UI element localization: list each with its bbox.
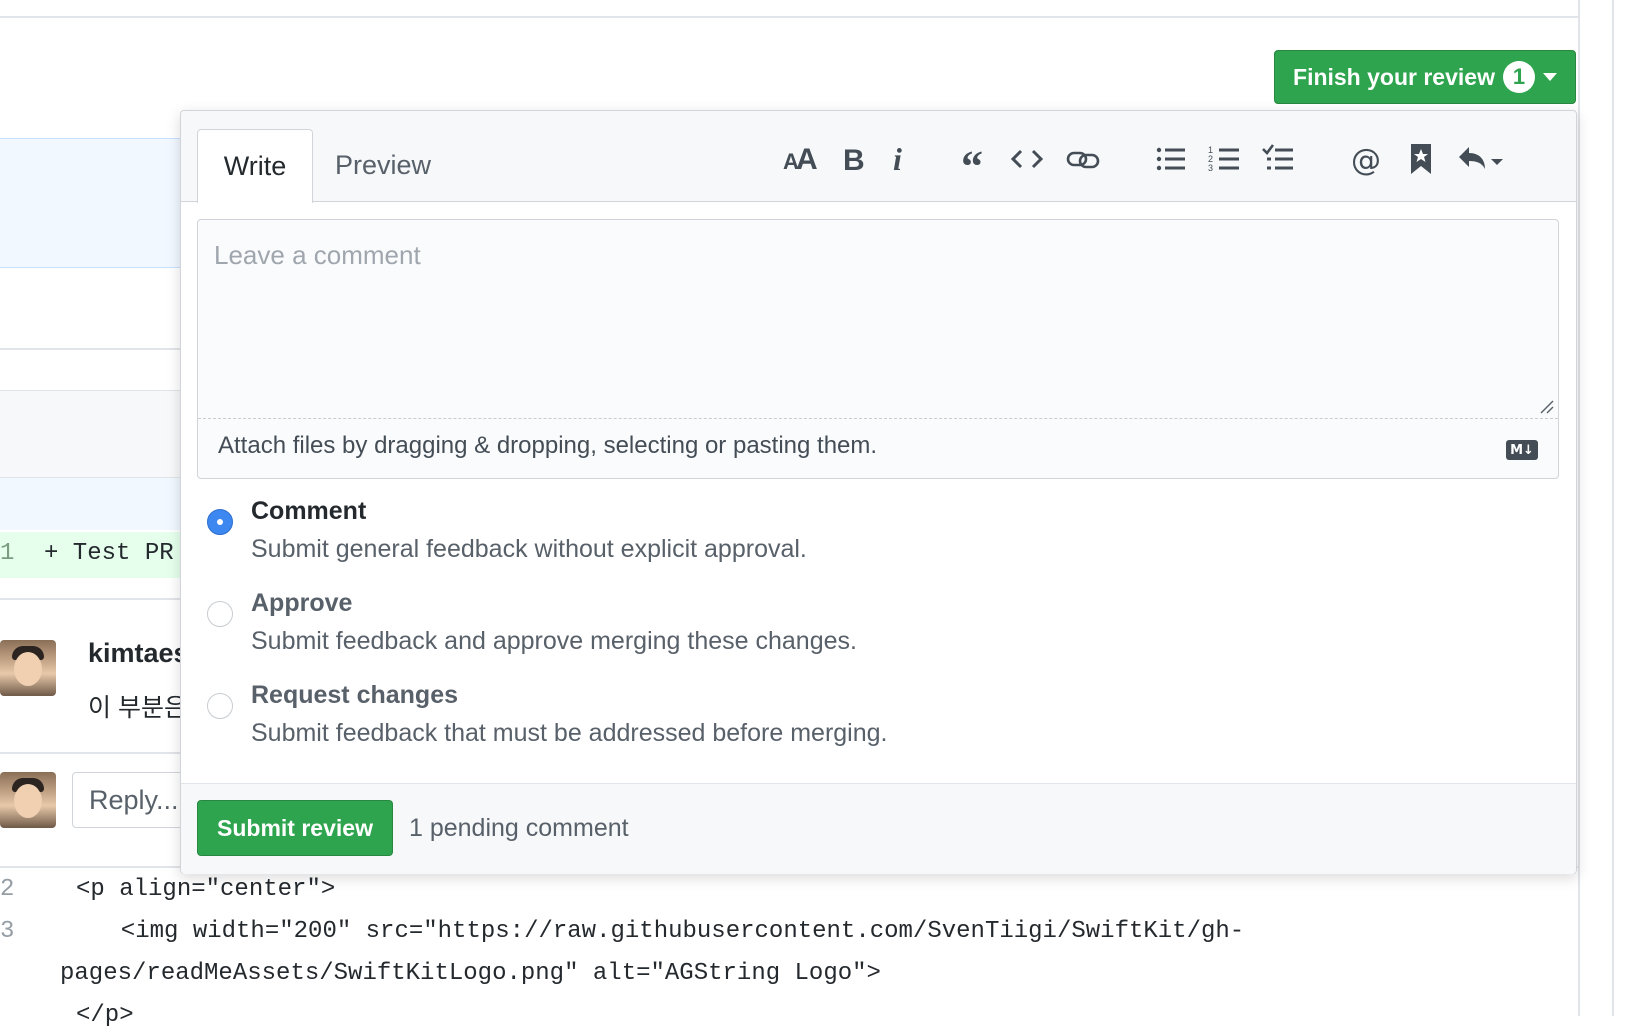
text-size-icon[interactable]: AA xyxy=(777,137,821,181)
avatar[interactable] xyxy=(0,640,56,696)
task-list-icon[interactable] xyxy=(1257,137,1301,181)
review-footer: Submit review 1 pending comment xyxy=(181,783,1576,874)
diff-context-band xyxy=(0,390,180,478)
finish-review-label: Finish your review xyxy=(1293,63,1495,90)
svg-text:3: 3 xyxy=(1208,163,1213,173)
option-description: Submit feedback that must be addressed b… xyxy=(251,719,888,747)
svg-text:“: “ xyxy=(961,142,983,177)
comment-radio[interactable] xyxy=(207,509,233,535)
content-border xyxy=(1578,0,1580,1016)
italic-icon[interactable]: i xyxy=(877,137,921,181)
svg-text:A: A xyxy=(796,143,817,176)
reply-dropdown-icon[interactable] xyxy=(1451,137,1509,181)
added-line-row: 1 + Test PR xyxy=(0,532,180,578)
approve-radio[interactable] xyxy=(207,601,233,627)
option-request-changes[interactable]: Request changes Submit feedback that mus… xyxy=(207,681,1007,761)
line-number: 3 xyxy=(0,918,15,945)
review-popover: Write Preview AA B i “ 123 @ Leave a com… xyxy=(180,110,1577,874)
svg-text:B: B xyxy=(843,144,865,177)
option-title: Comment xyxy=(251,497,367,525)
bullet-list-icon[interactable] xyxy=(1149,137,1193,181)
request-changes-radio[interactable] xyxy=(207,693,233,719)
tab-preview[interactable]: Preview xyxy=(325,129,441,201)
line-number: 2 xyxy=(0,876,15,903)
option-comment[interactable]: Comment Submit general feedback without … xyxy=(207,497,1007,577)
code-line: pages/readMeAssets/SwiftKitLogo.png" alt… xyxy=(60,960,881,987)
reply-avatar xyxy=(0,772,56,828)
thread-divider-2 xyxy=(0,752,180,754)
submit-review-button[interactable]: Submit review xyxy=(197,800,393,856)
numbered-list-icon[interactable]: 123 xyxy=(1203,137,1247,181)
hunk-band xyxy=(0,478,180,530)
comment-author[interactable]: kimtaes xyxy=(88,638,189,669)
comment-body: 이 부분은 xyxy=(88,694,187,722)
saved-reply-icon[interactable] xyxy=(1399,137,1443,181)
editor-tabbar: Write Preview AA B i “ 123 @ xyxy=(181,111,1576,203)
option-title: Request changes xyxy=(251,681,459,709)
finish-review-button[interactable]: Finish your review 1 xyxy=(1274,50,1576,104)
attach-files-hint[interactable]: Attach files by dragging & dropping, sel… xyxy=(218,432,877,460)
markdown-icon[interactable]: M↓ xyxy=(1506,440,1538,460)
code-line: <p align="center"> xyxy=(76,876,336,903)
svg-text:i: i xyxy=(893,141,902,177)
tab-write[interactable]: Write xyxy=(197,129,313,203)
option-description: Submit general feedback without explicit… xyxy=(251,535,807,563)
diff-divider xyxy=(0,348,180,350)
code-line: <img width="200" src="https://raw.github… xyxy=(92,918,1245,945)
hunk-header-band xyxy=(0,138,180,268)
scrollbar-track xyxy=(1612,0,1614,1016)
line-number: 1 xyxy=(0,540,15,567)
option-approve[interactable]: Approve Submit feedback and approve merg… xyxy=(207,589,1007,669)
option-title: Approve xyxy=(251,589,353,617)
code-icon[interactable] xyxy=(1005,137,1049,181)
link-icon[interactable] xyxy=(1061,137,1105,181)
bold-icon[interactable]: B xyxy=(831,137,875,181)
top-divider xyxy=(0,16,1578,18)
comment-editor: Attach files by dragging & dropping, sel… xyxy=(197,219,1559,479)
option-description: Submit feedback and approve merging thes… xyxy=(251,627,857,655)
svg-text:@: @ xyxy=(1351,143,1381,177)
mention-icon[interactable]: @ xyxy=(1345,137,1389,181)
quote-icon[interactable]: “ xyxy=(955,137,999,181)
resize-handle-icon[interactable] xyxy=(1538,398,1554,414)
comment-textarea[interactable] xyxy=(198,220,1558,416)
added-line-text: + Test PR xyxy=(44,540,174,567)
drop-zone-divider xyxy=(198,418,1558,419)
pending-count-badge: 1 xyxy=(1502,61,1535,93)
pending-comment-count: 1 pending comment xyxy=(409,814,629,842)
thread-divider xyxy=(0,598,180,600)
chevron-down-icon xyxy=(1542,73,1557,81)
